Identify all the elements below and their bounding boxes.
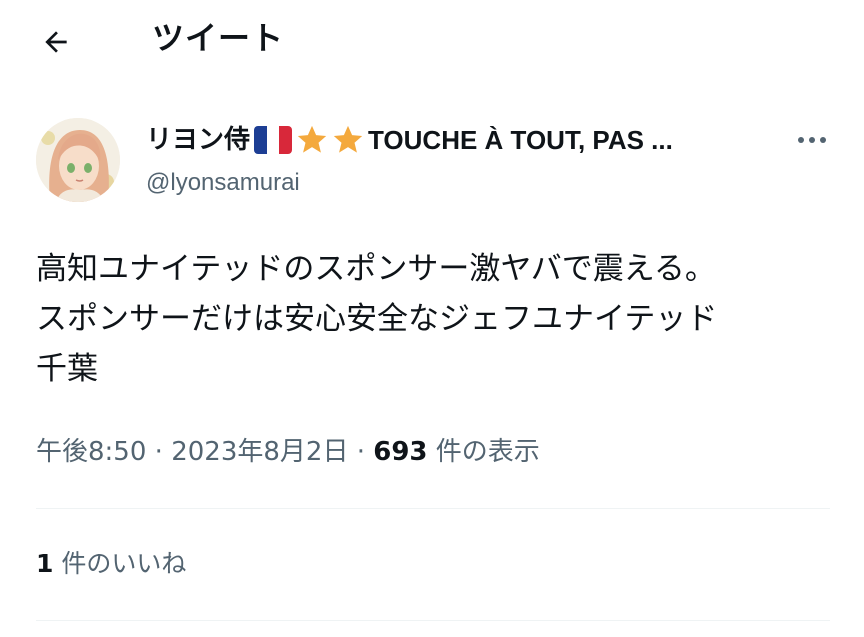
tweet-date[interactable]: 2023年8月2日	[171, 437, 348, 467]
author-name-row[interactable]: リヨン侍 TOUCHE À TOUT, PAS ...	[146, 120, 766, 160]
top-bar: ツイート	[0, 0, 864, 80]
author-name-suffix: TOUCHE À TOUT, PAS ...	[368, 125, 673, 155]
tweet-meta: 午後8:50 · 2023年8月2日 · 693 件の表示	[36, 432, 540, 472]
back-button[interactable]	[36, 22, 76, 62]
star-icon	[333, 125, 363, 153]
tweet-line: スポンサーだけは安心安全なジェフユナイテッド	[36, 301, 718, 337]
french-flag-icon	[254, 126, 293, 154]
more-dot	[820, 137, 826, 143]
divider	[36, 508, 830, 509]
more-dot	[798, 137, 804, 143]
avatar-illustration	[36, 118, 120, 202]
tweet-line: 高知ユナイテッドのスポンサー激ヤバで震える。	[36, 251, 716, 287]
author-handle[interactable]: @lyonsamurai	[146, 166, 300, 200]
likes-label: 件のいいね	[53, 549, 187, 578]
tweet-line: 千葉	[36, 351, 98, 387]
tweet-time[interactable]: 午後8:50	[36, 437, 146, 467]
tweet-text: 高知ユナイテッドのスポンサー激ヤバで震える。 スポンサーだけは安心安全なジェフユ…	[36, 244, 836, 394]
author-display-name: リヨン侍	[146, 125, 251, 155]
views-count: 693	[373, 437, 428, 467]
views-label: 件の表示	[427, 437, 540, 467]
likes-count: 1	[36, 549, 54, 578]
likes-link[interactable]: 1 件のいいね	[36, 544, 186, 584]
avatar[interactable]	[36, 118, 120, 202]
more-dot	[809, 137, 815, 143]
star-icon	[297, 125, 327, 153]
more-options-button[interactable]	[790, 122, 834, 158]
meta-separator: ·	[348, 437, 374, 467]
divider	[36, 620, 830, 621]
meta-separator: ·	[146, 437, 172, 467]
page-title: ツイート	[152, 19, 285, 57]
arrow-left-icon	[45, 31, 67, 53]
